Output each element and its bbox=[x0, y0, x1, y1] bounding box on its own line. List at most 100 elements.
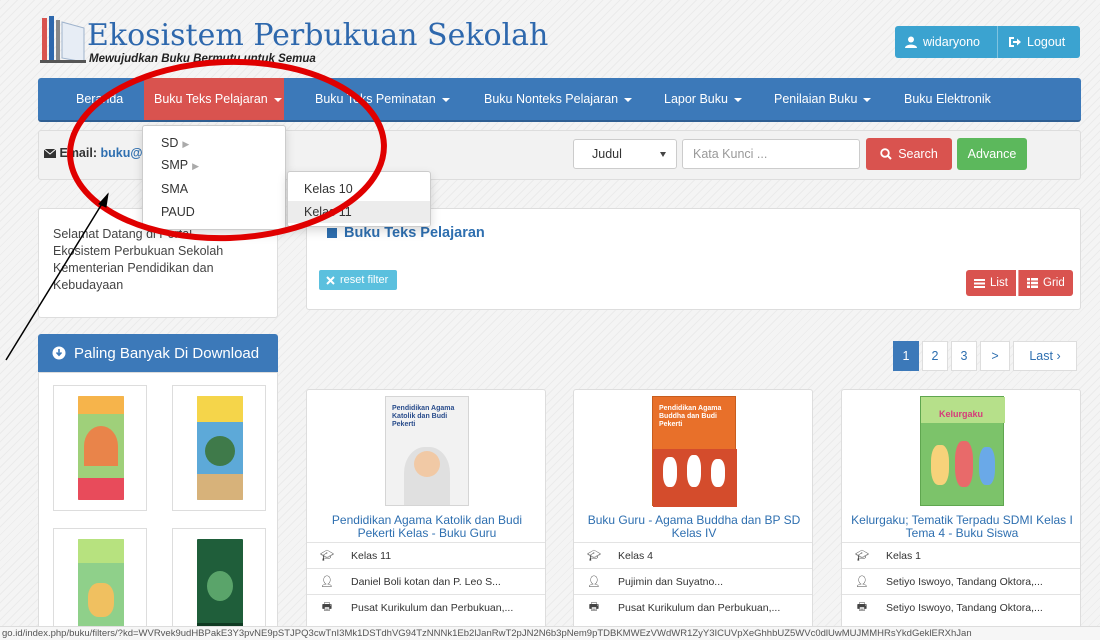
advance-search-button[interactable]: Advance bbox=[957, 138, 1027, 170]
dropdown-item-smp[interactable]: SMP ▶ bbox=[161, 158, 199, 172]
popular-book-thumb[interactable] bbox=[53, 385, 147, 511]
submenu-item-kelas-10-label: Kelas 10 bbox=[304, 182, 353, 196]
printer-icon: 🖶 bbox=[321, 601, 333, 613]
book-publisher: Pusat Kurikulum dan Perbukuan,... bbox=[618, 601, 781, 614]
submenu-item-kelas-11-label: Kelas 11 bbox=[304, 205, 352, 219]
submenu-item-kelas-10[interactable]: Kelas 10 bbox=[288, 178, 430, 200]
user-icon bbox=[905, 36, 917, 48]
search-button[interactable]: Search bbox=[866, 138, 952, 170]
user-button[interactable]: widaryono bbox=[895, 26, 997, 58]
logout-icon bbox=[1009, 37, 1021, 47]
site-tagline: Mewujudkan Buku Bermutu untuk Semua bbox=[89, 53, 316, 65]
main-navbar: Beranda Buku Teks Pelajaran Buku Teks Pe… bbox=[38, 78, 1081, 122]
site-logo[interactable] bbox=[40, 14, 86, 64]
search-button-label: Search bbox=[898, 147, 938, 161]
user-icon: 👤︎ bbox=[320, 576, 334, 588]
nav-buku-teks-peminatan-label: Buku Teks Peminatan bbox=[315, 92, 436, 106]
dropdown-item-sma[interactable]: SMA bbox=[161, 182, 188, 196]
book-title[interactable]: Kelurgaku; Tematik Terpadu SDMI Kelas I … bbox=[848, 514, 1076, 540]
popular-book-thumb[interactable] bbox=[172, 385, 266, 511]
book-kelas: Kelas 11 bbox=[351, 549, 392, 562]
keyword-input[interactable] bbox=[682, 139, 860, 169]
book-kelas: Kelas 1 bbox=[886, 549, 922, 562]
last-page-label: Last › bbox=[1029, 349, 1061, 363]
popular-book-thumb[interactable] bbox=[172, 528, 266, 640]
user-icon: 👤︎ bbox=[587, 576, 601, 588]
book-author: Pujimin dan Suyatno... bbox=[618, 575, 724, 588]
graduation-cap-icon: 🎓︎ bbox=[855, 550, 869, 562]
next-page-label: > bbox=[991, 349, 999, 363]
list-view-button[interactable]: List bbox=[966, 270, 1016, 296]
caret-down-icon bbox=[733, 97, 742, 102]
nav-lapor-buku[interactable]: Lapor Buku bbox=[654, 78, 752, 120]
page-2-button[interactable]: 2 bbox=[922, 341, 948, 371]
graduation-cap-icon: 🎓︎ bbox=[320, 550, 334, 562]
book-publisher: Pusat Kurikulum dan Perbukuan,... bbox=[351, 601, 514, 614]
book-kelas-row: 🎓︎ Kelas 1 bbox=[842, 542, 1080, 568]
page-1-button[interactable]: 1 bbox=[893, 341, 919, 371]
submenu-item-kelas-11[interactable]: Kelas 11 bbox=[288, 201, 430, 223]
nav-penilaian-buku[interactable]: Penilaian Buku bbox=[764, 78, 881, 120]
close-icon bbox=[326, 275, 335, 285]
arrowhead bbox=[98, 192, 109, 208]
book-kelas-row: 🎓︎ Kelas 4 bbox=[574, 542, 812, 568]
grid-view-button[interactable]: Grid bbox=[1018, 270, 1073, 296]
printer-icon: 🖶 bbox=[856, 601, 868, 613]
page-3-button[interactable]: 3 bbox=[951, 341, 977, 371]
nav-buku-nonteks-pelajaran[interactable]: Buku Nonteks Pelajaran bbox=[474, 78, 642, 120]
caret-down-icon bbox=[660, 152, 666, 157]
nav-lapor-buku-label: Lapor Buku bbox=[664, 92, 728, 106]
user-icon: 👤︎ bbox=[855, 576, 869, 588]
book-cover-title: Pendidikan Agama Katolik dan Budi Pekert… bbox=[392, 405, 455, 428]
page-2-label: 2 bbox=[931, 349, 939, 363]
caret-down-icon bbox=[624, 97, 633, 102]
nav-buku-teks-peminatan[interactable]: Buku Teks Peminatan bbox=[305, 78, 460, 120]
nav-beranda[interactable]: Beranda bbox=[66, 78, 133, 120]
last-page-button[interactable]: Last › bbox=[1013, 341, 1077, 371]
nav-buku-teks-pelajaran[interactable]: Buku Teks Pelajaran bbox=[144, 78, 284, 120]
book-kelas: Kelas 4 bbox=[618, 549, 654, 562]
caret-down-icon bbox=[863, 97, 872, 102]
advance-search-button-label: Advance bbox=[967, 147, 1017, 161]
email-link[interactable]: buku@ bbox=[100, 146, 142, 160]
book-card[interactable]: Kelurgaku Kelurgaku; Tematik Terpadu SDM… bbox=[841, 389, 1081, 640]
book-publisher-row: 🖶 Pusat Kurikulum dan Perbukuan,... bbox=[574, 594, 812, 620]
dropdown-item-paud[interactable]: PAUD bbox=[161, 205, 195, 219]
popular-downloads-title: Paling Banyak Di Download bbox=[74, 344, 260, 362]
list-icon bbox=[974, 278, 985, 288]
nav-penilaian-buku-label: Penilaian Buku bbox=[774, 92, 858, 106]
book-cover-image[interactable]: Kelurgaku bbox=[920, 396, 1005, 506]
dropdown-item-smp-label: SMP bbox=[161, 158, 189, 172]
next-page-button[interactable]: > bbox=[980, 341, 1010, 371]
book-cover-image[interactable]: Pendidikan Agama Buddha dan Budi Pekerti bbox=[652, 396, 737, 507]
book-card[interactable]: Pendidikan Agama Katolik dan Budi Pekert… bbox=[306, 389, 546, 640]
nav-buku-elektronik[interactable]: Buku Elektronik bbox=[894, 78, 1001, 120]
contact-email: Email: buku@ bbox=[43, 146, 143, 160]
nav-buku-teks-pelajaran-label: Buku Teks Pelajaran bbox=[154, 92, 268, 106]
caret-down-icon bbox=[441, 97, 450, 102]
nav-buku-elektronik-label: Buku Elektronik bbox=[904, 92, 991, 106]
book-title[interactable]: Buku Guru - Agama Buddha dan BP SD Kelas… bbox=[580, 514, 808, 540]
dropdown-item-sd-label: SD bbox=[161, 136, 179, 150]
page-1-label: 1 bbox=[902, 349, 910, 363]
book-card[interactable]: Pendidikan Agama Buddha dan Budi Pekerti… bbox=[573, 389, 813, 640]
search-field-select[interactable]: Judul bbox=[573, 139, 677, 169]
popular-book-thumb[interactable] bbox=[53, 528, 147, 640]
book-author-row: 👤︎ Setiyo Iswoyo, Tandang Oktora,... bbox=[842, 568, 1080, 594]
book-title[interactable]: Pendidikan Agama Katolik dan Budi Pekert… bbox=[313, 514, 541, 540]
download-circle-icon bbox=[52, 346, 66, 360]
grid-view-label: Grid bbox=[1043, 277, 1065, 289]
site-title[interactable]: Ekosistem Perbukuan Sekolah bbox=[87, 18, 548, 53]
reset-filter-button[interactable]: reset filter bbox=[319, 270, 397, 290]
envelope-icon bbox=[43, 148, 57, 158]
dropdown-item-sd[interactable]: SD ▶ bbox=[161, 136, 189, 150]
book-cover-image[interactable]: Pendidikan Agama Katolik dan Budi Pekert… bbox=[385, 396, 469, 506]
search-field-select-value: Judul bbox=[592, 147, 622, 161]
book-author: Setiyo Iswoyo, Tandang Oktora,... bbox=[886, 575, 1043, 588]
search-icon bbox=[880, 148, 892, 160]
dropdown-item-paud-label: PAUD bbox=[161, 205, 195, 219]
grid-icon bbox=[1027, 278, 1038, 288]
chevron-right-icon: ▶ bbox=[192, 161, 200, 171]
book-publisher-row: 🖶 Pusat Kurikulum dan Perbukuan,... bbox=[307, 594, 545, 620]
logout-button[interactable]: Logout bbox=[997, 26, 1080, 58]
